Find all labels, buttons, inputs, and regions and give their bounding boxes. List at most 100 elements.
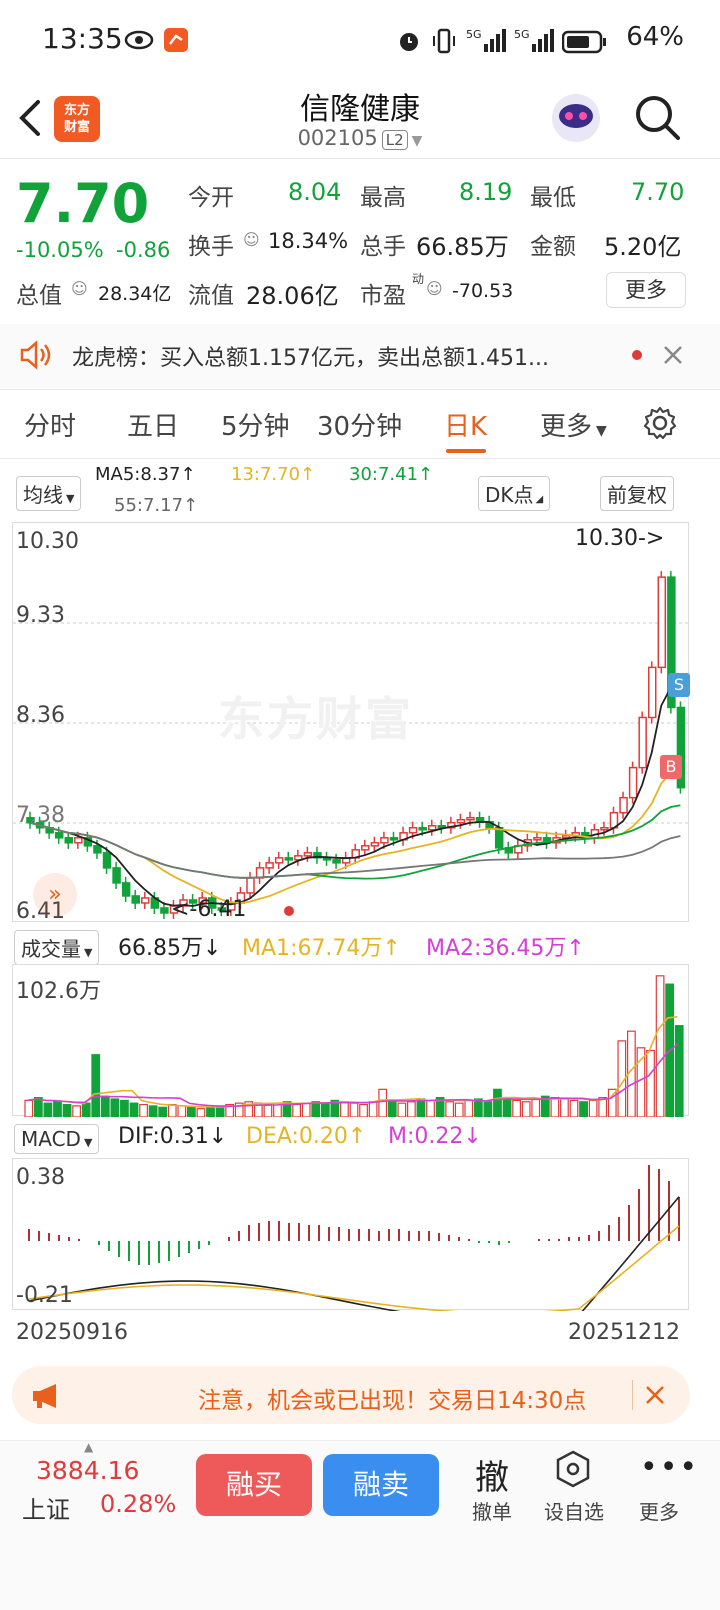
market-cap-label: 总值: [16, 283, 62, 309]
candle-body: [418, 827, 427, 831]
level2-badge: L2: [381, 130, 408, 150]
corner-caret-icon: ◢: [535, 494, 544, 505]
add-watchlist-icon[interactable]: [555, 1450, 591, 1488]
macd-indicator-button[interactable]: MACD ▼: [14, 1124, 100, 1154]
more-quote-button[interactable]: 更多: [606, 272, 686, 308]
signal-5g-icon-2: 5G: [514, 28, 554, 52]
status-bar: 13:35 5G 5G 64%: [0, 0, 720, 80]
low-label: 最低: [530, 185, 576, 211]
volume-bar: [196, 1108, 206, 1117]
robot-assistant-icon[interactable]: [548, 90, 604, 146]
ma13-value: 13:7.70↑: [231, 464, 316, 485]
dk-point-button[interactable]: DK点 ◢: [478, 476, 551, 511]
volume-bar: [100, 1095, 110, 1117]
candle-body: [141, 897, 150, 904]
margin-sell-button[interactable]: 融卖: [323, 1454, 439, 1516]
stock-code-row[interactable]: 002105 L2 ▼: [0, 126, 720, 150]
megaphone-icon: [33, 1384, 56, 1408]
kline-chart-area[interactable]: 东方财富 10.30 9.33 8.36 7.38 6.41 10.30-> <…: [12, 522, 690, 924]
float-cap-value: 28.06亿: [246, 282, 339, 310]
candle-body: [533, 837, 542, 841]
volume-bar: [72, 1105, 81, 1117]
index-name[interactable]: 上证: [22, 1490, 70, 1525]
adjust-button[interactable]: 前复权: [600, 476, 674, 511]
open-value: 8.04: [288, 178, 342, 206]
battery-percent: 64%: [626, 22, 684, 52]
candle-body: [54, 832, 64, 839]
unread-dot: [632, 350, 642, 360]
dropdown-caret-icon: ▼: [411, 133, 423, 149]
cancel-order-icon[interactable]: 撤: [472, 1450, 512, 1499]
volume-bar: [397, 1102, 407, 1117]
volume-bar: [464, 1099, 474, 1117]
volume-bar: [512, 1099, 521, 1117]
volume-bar: [292, 1103, 301, 1117]
high-value: 8.19: [459, 178, 513, 206]
volume-bar: [359, 1103, 368, 1117]
close-icon[interactable]: [644, 1384, 666, 1406]
tab-intraday[interactable]: 分时: [24, 406, 76, 443]
info-icon[interactable]: ☺: [71, 279, 88, 298]
expand-arrows-icon[interactable]: »: [33, 873, 77, 917]
buy-marker[interactable]: B: [660, 755, 682, 779]
tab-more-label: 更多: [540, 412, 593, 442]
volume-bar: [33, 1097, 43, 1117]
alert-divider: [632, 1380, 633, 1410]
candle-body: [466, 816, 475, 821]
pe-label: 市盈: [360, 283, 406, 309]
volume-bar: [560, 1098, 569, 1117]
tab-5min[interactable]: 5分钟: [221, 406, 290, 443]
ma-selector-button[interactable]: 均线 ▼: [16, 476, 82, 511]
volume-bar: [588, 1099, 598, 1117]
tab-more[interactable]: 更多 ▼: [540, 406, 607, 443]
cancel-order-label[interactable]: 撤单: [466, 1496, 518, 1525]
candle-body: [380, 837, 389, 844]
volume-bar: [110, 1098, 120, 1117]
macd-chart-area[interactable]: 0.38 -0.21: [12, 1158, 689, 1311]
amount-value: 5.20亿: [604, 233, 682, 261]
info-icon[interactable]: ☺: [243, 230, 260, 249]
volume-bar: [206, 1106, 215, 1117]
volume-ma1: MA1:67.74万↑: [242, 936, 401, 961]
tab-30min[interactable]: 30分钟: [317, 406, 402, 443]
close-icon[interactable]: [662, 344, 684, 366]
candle-body: [600, 827, 609, 831]
candle-body: [332, 859, 341, 864]
notice-text[interactable]: 龙虎榜：买入总额1.157亿元，卖出总额1.451...: [72, 340, 549, 372]
candle-body: [494, 827, 504, 849]
index-change: 0.28%: [100, 1490, 177, 1518]
svg-text:5G: 5G: [514, 28, 530, 41]
more-label[interactable]: 更多: [636, 1496, 682, 1525]
macd-dif: DIF:0.31↓: [118, 1124, 228, 1149]
macd-dea: DEA:0.20↑: [246, 1124, 367, 1149]
settings-gear-icon[interactable]: [642, 405, 678, 441]
index-value[interactable]: 3884.16: [36, 1456, 139, 1485]
volume-bar: [445, 1101, 455, 1117]
volume-indicator-button[interactable]: 成交量 ▼: [14, 930, 100, 965]
volume-ma1-line: [26, 1016, 678, 1108]
candle-body: [246, 877, 255, 894]
vibrate-icon: [433, 28, 455, 54]
margin-buy-button[interactable]: 融买: [196, 1454, 312, 1516]
candle-body: [102, 852, 112, 869]
info-icon[interactable]: ☺: [426, 279, 443, 298]
event-dot[interactable]: [284, 906, 294, 916]
dea-line: [28, 1225, 680, 1311]
macd-y-top: 0.38: [16, 1165, 65, 1190]
add-watchlist-label[interactable]: 设自选: [540, 1496, 608, 1525]
tab-daily-k[interactable]: 日K: [444, 406, 487, 443]
more-dots-icon[interactable]: •••: [640, 1450, 699, 1485]
volume-bar: [24, 1099, 34, 1117]
date-start: 20250916: [16, 1320, 128, 1345]
volume-chart-area[interactable]: 102.6万: [12, 964, 689, 1117]
volume-ma2-line: [26, 1043, 678, 1108]
expand-up-icon[interactable]: ▲: [84, 1440, 93, 1454]
sell-marker[interactable]: S: [668, 673, 690, 697]
notice-divider: [0, 389, 720, 390]
volume-bar: [531, 1098, 541, 1117]
volume-bar: [187, 1106, 196, 1117]
stock-code: 002105: [297, 126, 378, 150]
tab-five-day[interactable]: 五日: [127, 406, 179, 443]
search-icon[interactable]: [632, 92, 682, 142]
volume-bar: [43, 1102, 53, 1117]
